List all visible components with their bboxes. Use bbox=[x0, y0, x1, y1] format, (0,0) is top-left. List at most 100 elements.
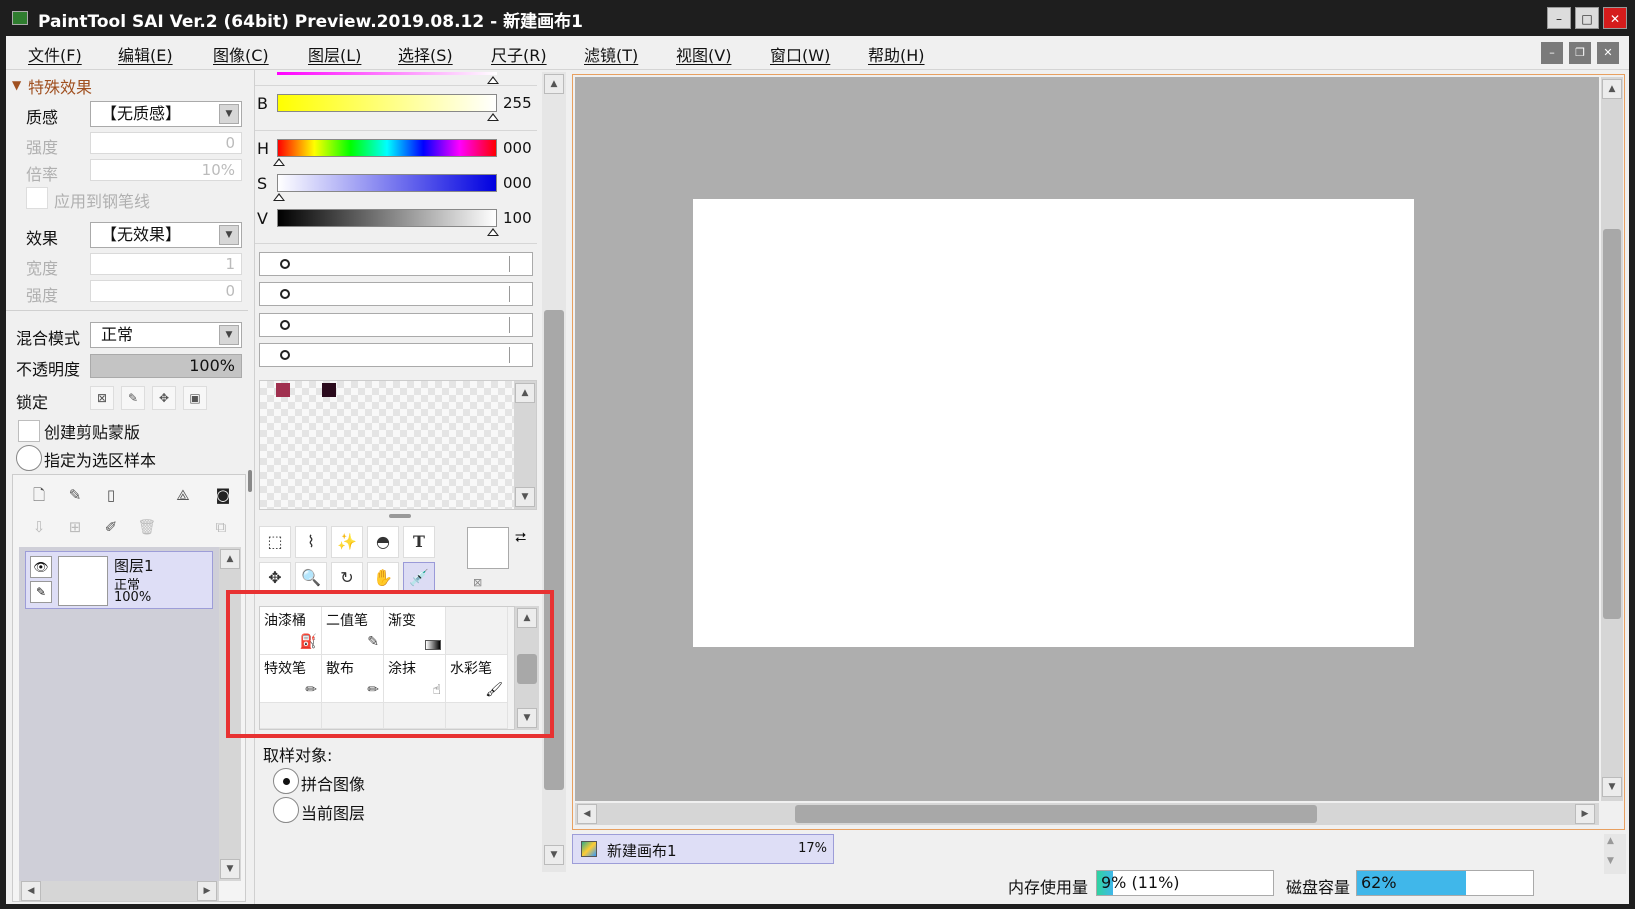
merge-down-icon[interactable]: ⊞ bbox=[65, 517, 85, 537]
pencil-icon[interactable]: ✎ bbox=[30, 581, 52, 603]
strength-field[interactable]: 0 bbox=[90, 132, 242, 154]
sample-merged-radio[interactable] bbox=[273, 768, 299, 794]
menu-help[interactable]: 帮助(H) bbox=[868, 42, 925, 66]
menu-view[interactable]: 视图(V) bbox=[676, 42, 731, 66]
apply-mask-icon[interactable]: ⧉ bbox=[211, 517, 231, 537]
swatch-scrollbar[interactable]: ▲ ▼ bbox=[514, 381, 536, 509]
foreground-color-swatch[interactable] bbox=[467, 527, 509, 569]
canvas-tab[interactable]: 新建画布1 17% bbox=[572, 834, 834, 864]
new-folder-icon[interactable]: ▯ bbox=[101, 485, 121, 505]
blend-mode-select[interactable]: 正常 ▼ bbox=[90, 322, 242, 348]
lock-paint-icon[interactable]: ✎ bbox=[121, 386, 145, 410]
scroll-down-icon[interactable]: ▼ bbox=[544, 845, 564, 865]
delete-layer-icon[interactable]: 🗑 bbox=[137, 517, 157, 537]
tab-scrollbar[interactable]: ▲ ▼ bbox=[1604, 834, 1626, 874]
effect-strength-field[interactable]: 0 bbox=[90, 280, 242, 302]
splitter-handle[interactable] bbox=[389, 514, 411, 518]
color-slider-4[interactable] bbox=[259, 343, 533, 367]
layer-mask-icon[interactable]: ◙ bbox=[213, 485, 233, 505]
lock-all-icon[interactable]: ▣ bbox=[183, 386, 207, 410]
canvas-paper[interactable] bbox=[693, 199, 1414, 647]
doc-restore-icon[interactable]: ❐ bbox=[1569, 42, 1591, 64]
magic-wand-tool[interactable]: ✨ bbox=[331, 526, 363, 558]
scroll-thumb[interactable] bbox=[1603, 229, 1621, 619]
scroll-up-icon[interactable]: ▲ bbox=[1607, 836, 1614, 846]
menu-filter[interactable]: 滤镜(T) bbox=[584, 42, 638, 66]
slider-knob[interactable] bbox=[280, 350, 290, 360]
new-vector-layer-icon[interactable]: ✎ bbox=[65, 485, 85, 505]
canvas-vscrollbar[interactable]: ▲ ▼ bbox=[1601, 77, 1623, 801]
scale-field[interactable]: 10% bbox=[90, 159, 242, 181]
text-tool-icon[interactable]: T bbox=[403, 526, 435, 558]
scroll-thumb[interactable] bbox=[795, 805, 1317, 823]
lasso-tool[interactable]: ⌇ bbox=[295, 526, 327, 558]
swatch[interactable] bbox=[322, 383, 336, 397]
scroll-right-icon[interactable]: ▶ bbox=[197, 881, 217, 901]
swatch[interactable] bbox=[276, 383, 290, 397]
slider-knob[interactable] bbox=[280, 320, 290, 330]
transfer-down-icon[interactable]: ⇩ bbox=[29, 517, 49, 537]
new-layer-icon[interactable]: 🗋 bbox=[29, 485, 49, 505]
h-slider[interactable] bbox=[277, 139, 497, 157]
scroll-up-icon[interactable]: ▲ bbox=[1602, 79, 1622, 99]
menu-layer[interactable]: 图层(L) bbox=[308, 42, 361, 66]
scroll-up-icon[interactable]: ▲ bbox=[220, 549, 240, 569]
menu-edit[interactable]: 编辑(E) bbox=[118, 42, 173, 66]
transparent-color-icon[interactable]: ⊠ bbox=[473, 576, 482, 589]
slider-knob[interactable] bbox=[280, 259, 290, 269]
layer-row[interactable]: 👁 ✎ 图层1 正常 100% bbox=[25, 551, 213, 609]
menu-file[interactable]: 文件(F) bbox=[28, 42, 82, 66]
selection-sample-radio[interactable] bbox=[16, 445, 42, 471]
scroll-down-icon[interactable]: ▼ bbox=[1602, 777, 1622, 797]
collapse-triangle-icon[interactable]: ▼ bbox=[12, 78, 21, 92]
doc-close-button[interactable]: ✕ bbox=[1597, 42, 1619, 64]
clip-mask-checkbox[interactable] bbox=[18, 420, 40, 442]
lock-transparency-icon[interactable]: ⊠ bbox=[90, 386, 114, 410]
scroll-up-icon[interactable]: ▲ bbox=[515, 383, 535, 403]
clear-layer-icon[interactable]: ✐ bbox=[101, 517, 121, 537]
maximize-button[interactable]: □ bbox=[1575, 7, 1599, 29]
scroll-up-icon[interactable]: ▲ bbox=[544, 74, 564, 94]
menu-ruler[interactable]: 尺子(R) bbox=[491, 42, 547, 66]
menu-image[interactable]: 图像(C) bbox=[213, 42, 269, 66]
effects-section-title[interactable]: 特殊效果 bbox=[28, 74, 92, 98]
width-field[interactable]: 1 bbox=[90, 253, 242, 275]
menu-select[interactable]: 选择(S) bbox=[398, 42, 453, 66]
minimize-button[interactable]: – bbox=[1547, 7, 1571, 29]
scroll-left-icon[interactable]: ◀ bbox=[577, 804, 597, 824]
slider-knob[interactable] bbox=[280, 289, 290, 299]
canvas-hscrollbar[interactable]: ◀ ▶ bbox=[575, 803, 1599, 825]
color-slider-3[interactable] bbox=[259, 313, 533, 337]
apply-pen-checkbox[interactable] bbox=[26, 187, 48, 209]
color-slider-1[interactable] bbox=[259, 252, 533, 276]
splitter-handle[interactable] bbox=[248, 470, 252, 492]
v-slider[interactable] bbox=[277, 209, 497, 227]
lock-move-icon[interactable]: ✥ bbox=[152, 386, 176, 410]
texture-select[interactable]: 【无质感】 ▼ bbox=[90, 101, 242, 127]
s-slider-marker[interactable] bbox=[273, 193, 285, 201]
middle-scrollbar[interactable]: ▲ ▼ bbox=[542, 72, 566, 872]
opacity-slider[interactable]: 100% bbox=[90, 354, 242, 378]
eye-icon[interactable]: 👁 bbox=[30, 556, 52, 578]
h-slider-marker[interactable] bbox=[273, 158, 285, 166]
r-slider-marker[interactable] bbox=[487, 76, 499, 84]
scroll-down-icon[interactable]: ▼ bbox=[1607, 856, 1614, 866]
v-slider-marker[interactable] bbox=[487, 228, 499, 236]
effect-select[interactable]: 【无效果】 ▼ bbox=[90, 222, 242, 248]
s-slider[interactable] bbox=[277, 174, 497, 192]
scroll-down-icon[interactable]: ▼ bbox=[515, 487, 535, 507]
menu-window[interactable]: 窗口(W) bbox=[770, 42, 830, 66]
doc-minimize-button[interactable]: – bbox=[1541, 42, 1563, 64]
canvas-viewport[interactable] bbox=[575, 77, 1599, 801]
scroll-left-icon[interactable]: ◀ bbox=[21, 881, 41, 901]
layer-hscrollbar[interactable]: ◀ ▶ bbox=[19, 881, 219, 901]
b-slider[interactable] bbox=[277, 94, 497, 112]
layer-effect-icon[interactable]: ⟁ bbox=[173, 485, 193, 505]
b-slider-marker[interactable] bbox=[487, 113, 499, 121]
color-slider-2[interactable] bbox=[259, 282, 533, 306]
close-button[interactable]: ✕ bbox=[1603, 7, 1627, 29]
scroll-right-icon[interactable]: ▶ bbox=[1575, 804, 1595, 824]
rect-select-tool[interactable]: ⬚ bbox=[259, 526, 291, 558]
scroll-down-icon[interactable]: ▼ bbox=[220, 859, 240, 879]
shape-select-tool[interactable]: ◓ bbox=[367, 526, 399, 558]
